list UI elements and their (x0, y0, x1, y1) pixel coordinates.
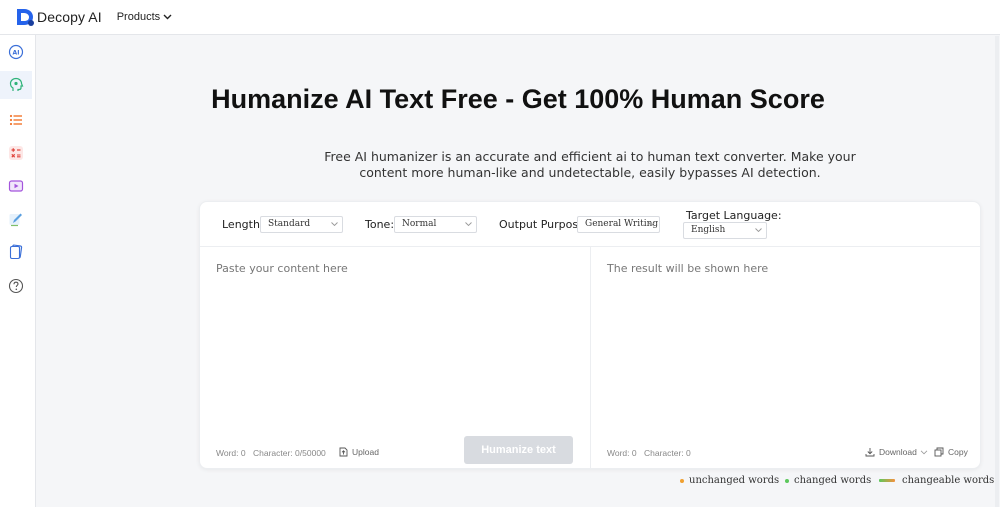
download-label: Download (879, 447, 917, 457)
decopy-logo-icon (15, 7, 35, 27)
humanizer-panel: Length: Standard Tone: Normal Output Pur… (199, 201, 981, 469)
input-placeholder: Paste your content here (216, 262, 348, 275)
sidebar-item-math[interactable] (7, 144, 25, 162)
sidebar-item-help[interactable] (7, 277, 25, 295)
sidebar-item-ai-humanizer[interactable] (0, 71, 32, 99)
chevron-down-icon (465, 222, 472, 227)
changed-dot-icon (785, 478, 789, 483)
options-bar: Length: Standard Tone: Normal Output Pur… (200, 202, 980, 247)
download-button[interactable]: Download (865, 447, 928, 457)
edit-icon (9, 213, 22, 227)
tone-label: Tone: (365, 218, 395, 231)
humanize-text-button[interactable]: Humanize text (464, 436, 573, 464)
legend-changed-label: changed words (794, 475, 872, 486)
length-value: Standard (268, 219, 311, 229)
chevron-down-icon (331, 222, 338, 227)
language-select[interactable]: English (683, 222, 767, 239)
language-label: Target Language: (686, 209, 782, 222)
top-header: Decopy AI Products (0, 0, 1000, 35)
math-icon (9, 146, 23, 160)
chevron-down-icon (755, 228, 762, 233)
upload-icon (339, 447, 348, 457)
chevron-down-icon (920, 450, 928, 454)
tone-value: Normal (402, 219, 437, 229)
purpose-label: Output Purpose: (499, 218, 589, 231)
length-select[interactable]: Standard (260, 216, 343, 233)
copy-icon (934, 447, 944, 457)
video-icon (8, 180, 24, 192)
products-menu[interactable]: Products (117, 11, 172, 23)
changeable-bar-icon (879, 479, 895, 482)
brand-name: Decopy AI (37, 9, 102, 25)
sidebar-item-video[interactable] (7, 177, 25, 195)
ai-humanizer-icon (9, 77, 24, 91)
logo[interactable]: Decopy AI (15, 7, 102, 27)
language-value: English (691, 225, 726, 235)
copy-label: Copy (948, 447, 968, 457)
page-subtitle: Free AI humanizer is an accurate and eff… (324, 149, 856, 180)
legend-changed: changed words (785, 475, 871, 486)
sidebar: AI (0, 35, 36, 507)
output-character-count: Character: 0 (644, 448, 691, 458)
page-scrollbar[interactable] (995, 36, 999, 507)
output-placeholder: The result will be shown here (607, 262, 769, 275)
legend-unchanged-label: unchanged words (689, 475, 780, 486)
input-word-count: Word: 0 (216, 448, 246, 458)
sidebar-item-ai-detector[interactable]: AI (7, 43, 25, 61)
sidebar-item-edit[interactable] (7, 210, 25, 228)
chevron-down-icon (648, 222, 655, 227)
copy-button[interactable]: Copy (934, 447, 968, 457)
download-icon (865, 448, 875, 457)
sidebar-item-cards[interactable] (7, 243, 25, 261)
legend-changeable: changeable words (879, 475, 994, 486)
upload-label: Upload (352, 447, 379, 457)
list-icon (9, 114, 22, 126)
tone-select[interactable]: Normal (394, 216, 477, 233)
svg-text:AI: AI (13, 50, 20, 57)
sidebar-item-list[interactable] (7, 111, 25, 129)
legend-unchanged: unchanged words (680, 475, 779, 486)
upload-button[interactable]: Upload (339, 447, 379, 457)
chevron-down-icon (163, 14, 172, 20)
ai-detector-icon: AI (8, 44, 24, 60)
help-icon (8, 278, 24, 294)
purpose-select[interactable]: General Writing (577, 216, 660, 233)
page-title: Humanize AI Text Free - Get 100% Human S… (211, 84, 825, 114)
output-word-count: Word: 0 (607, 448, 637, 458)
pane-divider (590, 247, 591, 469)
products-label: Products (116, 11, 161, 23)
unchanged-dot-icon (680, 478, 684, 483)
cards-icon (9, 244, 23, 260)
humanize-label: Humanize text (481, 444, 556, 456)
legend-changeable-label: changeable words (902, 475, 995, 486)
length-label: Length: (222, 218, 264, 231)
input-character-count: Character: 0/50000 (253, 448, 326, 458)
